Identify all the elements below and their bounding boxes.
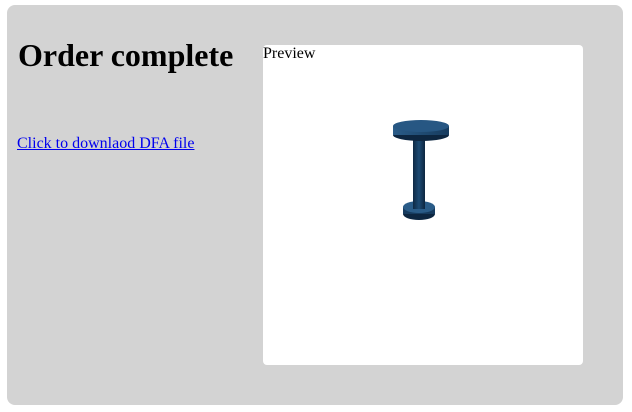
preview-viewport[interactable]: Preview [263,45,583,365]
page-title: Order complete [18,37,234,73]
model-preview-icon [393,120,449,220]
order-panel: Order complete Click to downlaod DFA fil… [7,5,623,405]
preview-label: Preview [263,45,316,62]
download-dfa-link[interactable]: Click to downlaod DFA file [17,135,194,153]
